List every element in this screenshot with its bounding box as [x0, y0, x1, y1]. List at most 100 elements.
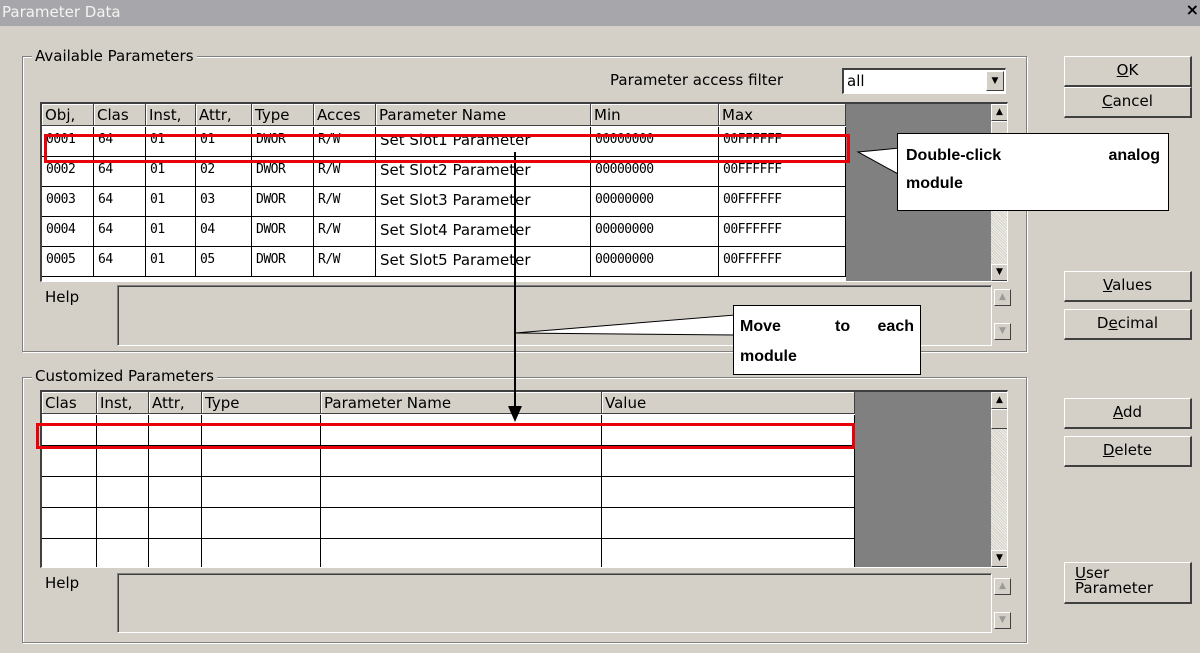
- table-cell[interactable]: [202, 508, 321, 539]
- column-header[interactable]: Value: [602, 392, 855, 414]
- table-cell[interactable]: DWOR: [252, 217, 314, 247]
- delete-button[interactable]: Delete: [1064, 436, 1192, 467]
- delete-label: elete: [1114, 441, 1153, 459]
- scroll-up-icon[interactable]: ▲: [991, 104, 1007, 121]
- table-cell[interactable]: [321, 477, 602, 508]
- table-cell[interactable]: [202, 446, 321, 477]
- scroll-up-icon[interactable]: ▲: [991, 392, 1007, 409]
- table-cell[interactable]: [321, 446, 602, 477]
- table-cell[interactable]: [602, 508, 855, 539]
- table-cell[interactable]: [202, 539, 321, 567]
- table-cell[interactable]: 00FFFFFF: [719, 247, 846, 277]
- values-button[interactable]: Values: [1064, 271, 1192, 302]
- table-cell[interactable]: [202, 477, 321, 508]
- decimal-mnemonic: e: [1108, 314, 1118, 332]
- table-cell[interactable]: [149, 477, 202, 508]
- table-cell[interactable]: 0003: [42, 187, 94, 217]
- table-cell[interactable]: [149, 446, 202, 477]
- table-cell[interactable]: 01: [146, 247, 196, 277]
- table-cell[interactable]: 05: [196, 247, 252, 277]
- table-cell[interactable]: [42, 508, 97, 539]
- table-cell[interactable]: [97, 446, 149, 477]
- table-cell[interactable]: DWOR: [252, 247, 314, 277]
- table-cell[interactable]: 00000000: [591, 187, 719, 217]
- column-header[interactable]: Attr,: [149, 392, 202, 414]
- table-cell[interactable]: R/W: [314, 217, 376, 247]
- table-cell[interactable]: [149, 539, 202, 567]
- table-cell[interactable]: [321, 508, 602, 539]
- table-cell[interactable]: 01: [146, 217, 196, 247]
- table-cell[interactable]: 64: [94, 217, 146, 247]
- column-header[interactable]: Clas: [94, 104, 146, 126]
- decimal-button[interactable]: Decimal: [1064, 309, 1192, 340]
- help2-scroll-up-icon[interactable]: ▲: [994, 578, 1011, 595]
- add-button[interactable]: Add: [1064, 398, 1192, 429]
- scroll-down-icon[interactable]: ▼: [991, 264, 1007, 281]
- help-scroll-down-icon[interactable]: ▼: [994, 323, 1011, 340]
- column-header[interactable]: Inst,: [146, 104, 196, 126]
- table-cell[interactable]: [42, 539, 97, 567]
- table-cell[interactable]: 00000000: [591, 217, 719, 247]
- help2-scroll-down-icon[interactable]: ▼: [994, 612, 1011, 629]
- decimal-label-start: D: [1096, 314, 1109, 332]
- available-help-label: Help: [45, 288, 80, 306]
- table-cell[interactable]: [602, 539, 855, 567]
- close-icon[interactable]: ×: [1183, 0, 1200, 26]
- table-cell[interactable]: 0005: [42, 247, 94, 277]
- user-parameter-button[interactable]: User Parameter: [1064, 562, 1192, 604]
- table-cell[interactable]: [149, 508, 202, 539]
- column-header[interactable]: Clas: [42, 392, 97, 414]
- column-header[interactable]: Parameter Name: [321, 392, 602, 414]
- column-header[interactable]: Attr,: [196, 104, 252, 126]
- table-cell[interactable]: [42, 477, 97, 508]
- table-empty-area: [855, 392, 992, 567]
- column-header[interactable]: Type: [202, 392, 321, 414]
- available-parameters-table[interactable]: Obj, Clas Inst, Attr, Type Acces Parameter Nam…: [40, 102, 1008, 282]
- table-cell[interactable]: 64: [94, 187, 146, 217]
- user-param-label-2: Parameter: [1075, 579, 1154, 597]
- help-scroll-up-icon[interactable]: ▲: [994, 289, 1011, 306]
- column-header[interactable]: Parameter Name: [376, 104, 591, 126]
- column-header[interactable]: Type: [252, 104, 314, 126]
- table-cell[interactable]: [42, 446, 97, 477]
- column-header[interactable]: Inst,: [97, 392, 149, 414]
- table-cell[interactable]: [602, 477, 855, 508]
- delete-mnemonic: D: [1102, 441, 1115, 459]
- table-cell[interactable]: DWOR: [252, 187, 314, 217]
- table-cell[interactable]: 04: [196, 217, 252, 247]
- table-cell[interactable]: R/W: [314, 187, 376, 217]
- callout2-word1: Move: [740, 318, 781, 335]
- column-header[interactable]: Obj,: [42, 104, 94, 126]
- column-header[interactable]: Min: [591, 104, 719, 126]
- table-cell[interactable]: [97, 508, 149, 539]
- column-header[interactable]: Acces: [314, 104, 376, 126]
- scroll-thumb[interactable]: [991, 409, 1007, 429]
- table-cell[interactable]: R/W: [314, 247, 376, 277]
- scroll-down-icon[interactable]: ▼: [991, 550, 1007, 567]
- values-mnemonic: V: [1102, 276, 1113, 294]
- table-cell[interactable]: [321, 539, 602, 567]
- table-cell[interactable]: [97, 477, 149, 508]
- table-cell[interactable]: Set Slot3 Parameter: [376, 187, 591, 217]
- access-filter-select[interactable]: all ▼: [842, 68, 1006, 94]
- callout1-word1: Double-click: [906, 147, 1002, 164]
- customized-parameters-table[interactable]: Clas Inst, Attr, Type Parameter Name Value ▲ ▼: [40, 390, 1008, 568]
- column-header[interactable]: Max: [719, 104, 846, 126]
- cancel-button[interactable]: Cancel: [1064, 87, 1192, 118]
- table-cell[interactable]: 00000000: [591, 247, 719, 277]
- cancel-mnemonic: C: [1102, 92, 1113, 110]
- table-cell[interactable]: 00FFFFFF: [719, 217, 846, 247]
- table-cell[interactable]: 00FFFFFF: [719, 187, 846, 217]
- table-cell[interactable]: [602, 446, 855, 477]
- parameter-data-dialog: Parameter Data × Available Parameters Pa…: [0, 0, 1200, 653]
- table-cell[interactable]: Set Slot5 Parameter: [376, 247, 591, 277]
- table-cell[interactable]: Set Slot4 Parameter: [376, 217, 591, 247]
- ok-button[interactable]: OK: [1064, 56, 1192, 87]
- callout1-line2: module: [906, 175, 963, 192]
- table-cell[interactable]: 01: [146, 187, 196, 217]
- table-cell[interactable]: 03: [196, 187, 252, 217]
- table-cell[interactable]: 0004: [42, 217, 94, 247]
- chevron-down-icon[interactable]: ▼: [986, 71, 1004, 91]
- table-cell[interactable]: 64: [94, 247, 146, 277]
- table-cell[interactable]: [97, 539, 149, 567]
